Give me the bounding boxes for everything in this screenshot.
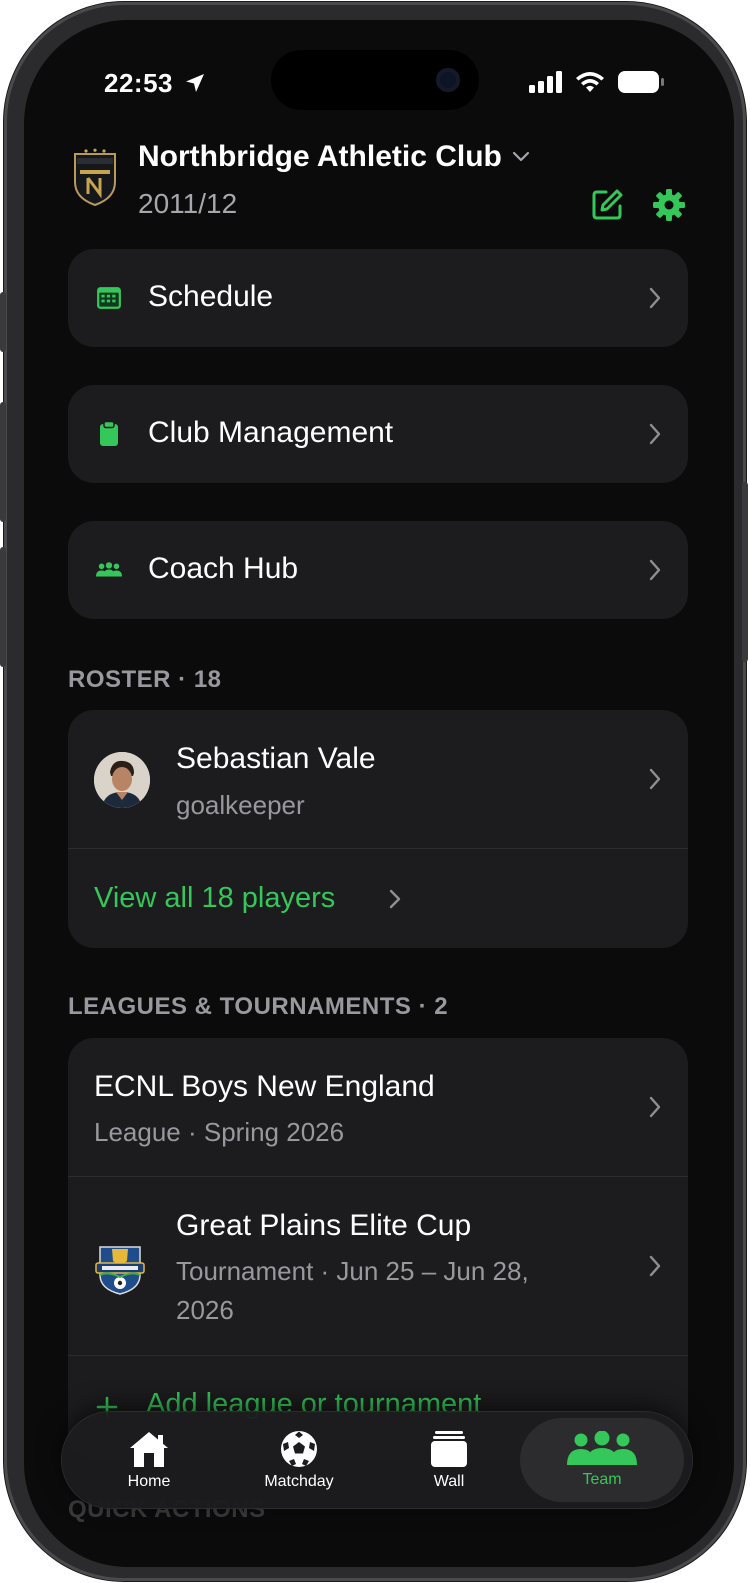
team-icon — [567, 1431, 637, 1465]
chevron-right-icon — [389, 889, 401, 909]
club-name: Northbridge Athletic Club — [138, 140, 502, 173]
roster-card: Sebastian Vale goalkeeper View all 18 pl… — [68, 710, 688, 948]
status-icons — [529, 70, 665, 94]
power-button — [742, 482, 748, 662]
tournament-row[interactable]: Great Plains Elite Cup Tournament · Jun … — [68, 1177, 688, 1355]
tab-home-label: Home — [127, 1473, 171, 1490]
tab-team-label: Team — [582, 1471, 622, 1488]
location-arrow-icon — [186, 74, 204, 92]
season-label: 2011/12 — [138, 188, 238, 219]
chevron-right-icon — [649, 1096, 661, 1118]
home-icon — [130, 1432, 168, 1467]
chevron-right-icon — [649, 287, 661, 309]
phone-frame: 22:53 Northbridge Athletic Club 2011/12 … — [0, 2, 748, 1581]
wifi-icon — [576, 72, 604, 92]
cellular-signal-icon — [529, 71, 562, 93]
calendar-icon — [97, 287, 121, 309]
chevron-right-icon — [649, 768, 661, 790]
league-detail: League · Spring 2026 — [94, 1117, 345, 1147]
club-switcher[interactable]: Northbridge Athletic Club — [138, 140, 530, 174]
tab-matchday-label: Matchday — [264, 1473, 334, 1490]
tournament-name: Great Plains Elite Cup — [176, 1209, 472, 1242]
schedule-card[interactable]: Schedule — [68, 249, 688, 347]
view-all-players-link[interactable]: View all 18 players — [68, 849, 688, 948]
wall-icon — [431, 1431, 467, 1467]
status-time: 22:53 — [104, 68, 173, 98]
battery-icon — [618, 71, 664, 93]
club-crest-icon — [74, 148, 116, 206]
tab-team[interactable]: Team — [520, 1418, 684, 1502]
schedule-label: Schedule — [148, 280, 274, 313]
edit-icon[interactable] — [590, 188, 624, 222]
player-avatar — [94, 752, 150, 808]
league-name: ECNL Boys New England — [94, 1070, 435, 1103]
tab-bar: Home Matchday Wall Team — [62, 1412, 692, 1508]
tab-wall-label: Wall — [433, 1473, 465, 1490]
gear-icon[interactable] — [652, 188, 686, 222]
tournament-logo-icon — [95, 1246, 145, 1295]
leagues-section-title: LEAGUES & TOURNAMENTS · 2 — [68, 993, 449, 1020]
tournament-detail-line1: Tournament · Jun 25 – Jun 28, — [176, 1256, 529, 1286]
chevron-right-icon — [649, 1255, 661, 1277]
volume-down-button — [0, 547, 6, 667]
club-management-label: Club Management — [148, 416, 394, 449]
tab-wall[interactable]: Wall — [374, 1412, 524, 1508]
tournament-detail-line2: 2026 — [176, 1295, 234, 1325]
club-management-card[interactable]: Club Management — [68, 385, 688, 483]
tab-matchday[interactable]: Matchday — [224, 1412, 374, 1508]
coach-hub-card[interactable]: Coach Hub — [68, 521, 688, 619]
league-row[interactable]: ECNL Boys New England League · Spring 20… — [68, 1038, 688, 1176]
clipboard-icon — [100, 421, 118, 446]
player-row[interactable]: Sebastian Vale goalkeeper — [68, 710, 688, 848]
app-screen: 22:53 Northbridge Athletic Club 2011/12 … — [24, 20, 734, 1567]
action-button — [0, 292, 6, 352]
chevron-down-icon — [512, 151, 529, 162]
volume-up-button — [0, 402, 6, 522]
coach-hub-label: Coach Hub — [148, 552, 299, 585]
roster-section-title: ROSTER · 18 — [68, 666, 222, 693]
chevron-right-icon — [649, 559, 661, 581]
people-icon — [96, 562, 122, 577]
view-all-players-label: View all 18 players — [94, 882, 336, 914]
chevron-right-icon — [649, 423, 661, 445]
soccer-ball-icon — [281, 1431, 317, 1467]
player-name: Sebastian Vale — [176, 742, 376, 775]
camera-icon — [436, 68, 460, 92]
player-position: goalkeeper — [176, 790, 305, 820]
tab-home[interactable]: Home — [74, 1412, 224, 1508]
leagues-card: ECNL Boys New England League · Spring 20… — [68, 1038, 688, 1458]
